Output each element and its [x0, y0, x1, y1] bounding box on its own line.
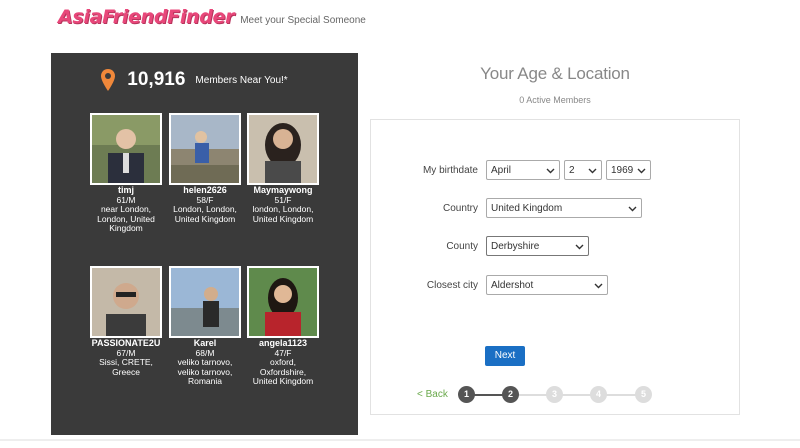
step-4: 4 — [590, 386, 607, 403]
site-logo[interactable]: AsiaFriendFinder — [58, 6, 235, 28]
member-card[interactable]: helen2626 58/F London, London, United Ki… — [168, 113, 242, 224]
members-panel: 10,916 Members Near You!* timj 61/M near… — [51, 53, 358, 435]
member-card[interactable]: PASSIONATE2U 67/M Sissi, CRETE, Greece — [89, 266, 163, 377]
member-location: Kingdom — [109, 223, 143, 233]
chevron-down-icon — [628, 206, 637, 212]
member-location: Romania — [187, 376, 223, 386]
back-link[interactable]: < Back — [417, 389, 448, 400]
country-label: Country — [442, 202, 478, 214]
members-near-count: 10,916 — [127, 69, 186, 90]
members-near-banner: 10,916 Members Near You!* — [51, 69, 358, 91]
member-photo[interactable] — [247, 113, 319, 185]
member-location: United Kingdom — [252, 376, 314, 386]
chevron-down-icon — [594, 283, 603, 289]
chevron-down-icon — [588, 168, 597, 174]
birthdate-row: My birthdate April 2 1969 — [376, 160, 655, 180]
chevron-down-icon — [546, 168, 555, 174]
birthdate-label: My birthdate — [422, 164, 478, 176]
member-photo[interactable] — [169, 113, 241, 185]
members-near-text: Members Near You!* — [195, 74, 288, 86]
step-5: 5 — [635, 386, 652, 403]
country-select[interactable]: United Kingdom — [486, 198, 642, 218]
map-pin-icon — [101, 69, 116, 91]
member-card[interactable]: angela1123 47/F oxford, Oxfordshire, Uni… — [246, 266, 320, 387]
member-photo[interactable] — [90, 266, 162, 338]
city-label: Closest city — [426, 279, 478, 291]
member-photo[interactable] — [247, 266, 319, 338]
county-label: County — [446, 240, 478, 252]
member-card[interactable]: Karel 68/M veliko tarnovo, veliko tarnov… — [168, 266, 242, 387]
member-location: Greece — [112, 366, 140, 377]
step-indicator: 1 2 3 4 5 — [458, 386, 654, 404]
member-location: United Kingdom — [174, 213, 236, 224]
country-row: Country United Kingdom — [376, 198, 646, 218]
member-location: United Kingdom — [252, 213, 314, 224]
site-header: AsiaFriendFinder Meet your Special Someo… — [58, 6, 366, 34]
birth-year-select[interactable]: 1969 — [606, 160, 651, 180]
member-card[interactable]: timj 61/M near London, London, United Ki… — [89, 113, 163, 234]
city-select[interactable]: Aldershot — [486, 275, 608, 295]
site-tagline: Meet your Special Someone — [240, 15, 366, 26]
member-photo[interactable] — [90, 113, 162, 185]
footer-divider — [0, 439, 800, 441]
member-card[interactable]: Maymaywong 51/F london, London, United K… — [246, 113, 320, 224]
birth-day-select[interactable]: 2 — [564, 160, 602, 180]
birth-month-select[interactable]: April — [486, 160, 560, 180]
county-row: County Derbyshire — [376, 236, 593, 256]
step-2: 2 — [502, 386, 519, 403]
form-title: Your Age & Location — [480, 64, 630, 83]
step-3: 3 — [546, 386, 563, 403]
chevron-down-icon — [575, 244, 584, 250]
active-members-count: 0 Active Members — [519, 95, 591, 105]
step-1: 1 — [458, 386, 475, 403]
next-button[interactable]: Next — [485, 346, 525, 366]
member-photo[interactable] — [169, 266, 241, 338]
city-row: Closest city Aldershot — [376, 275, 612, 295]
chevron-down-icon — [637, 168, 646, 174]
county-select[interactable]: Derbyshire — [486, 236, 589, 256]
